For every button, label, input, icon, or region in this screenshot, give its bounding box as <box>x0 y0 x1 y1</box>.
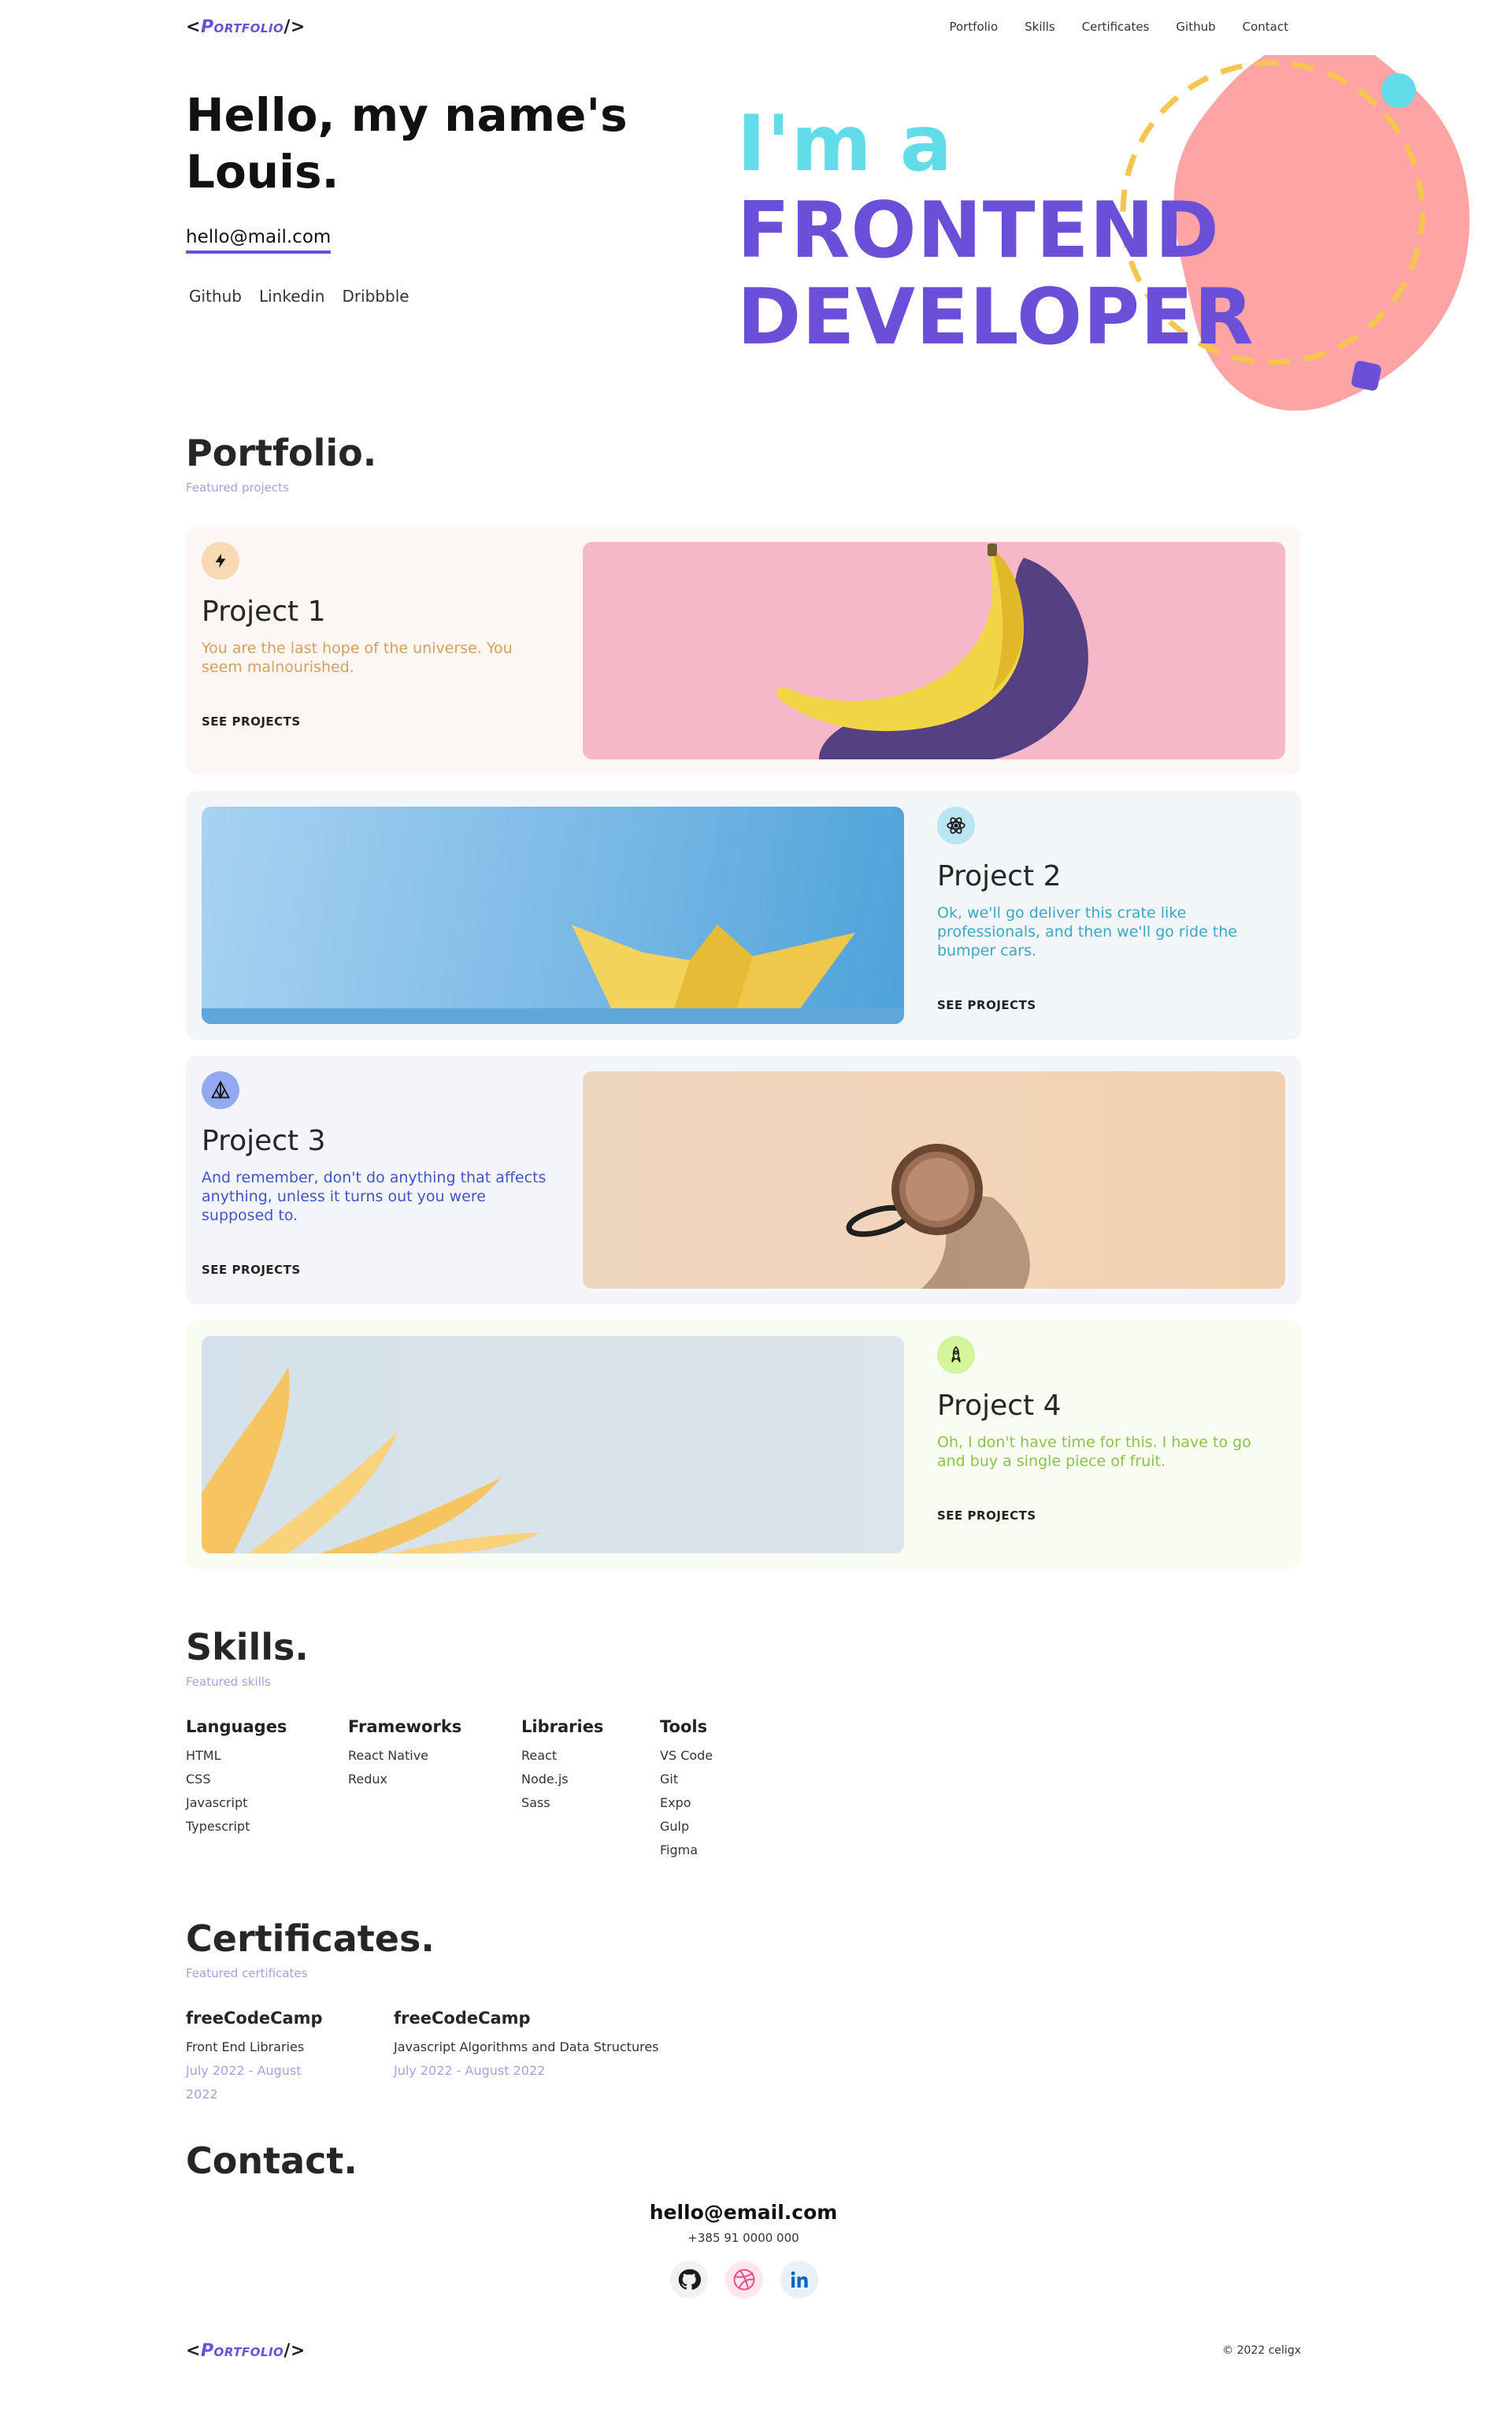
hero-greeting: Hello, my name's Louis. <box>186 88 628 199</box>
dribbble-icon[interactable] <box>725 2261 763 2299</box>
portfolio-title: Portfolio. <box>186 432 377 474</box>
skill-item: Sass <box>521 1795 550 1810</box>
certificate-dates: July 2022 - August 2022 <box>394 2063 546 2078</box>
skills-subtitle: Featured skills <box>186 1675 271 1689</box>
nav-certificates[interactable]: Certificates <box>1082 20 1150 34</box>
contact-phone: +385 91 0000 000 <box>687 2231 799 2245</box>
hero-line-1: I'm a <box>737 99 953 189</box>
nav-github[interactable]: Github <box>1176 20 1215 34</box>
logo-open: < <box>186 17 201 37</box>
certificate-item: freeCodeCamp Front End Libraries July 20… <box>186 2009 331 2106</box>
project-4-text: Project 4 Oh, I don't have time for this… <box>937 1336 1284 1523</box>
certificate-name: Javascript Algorithms and Data Structure… <box>394 2039 659 2054</box>
skills-grid: Languages HTML CSS Javascript Typescript… <box>186 1717 786 1862</box>
project-card-2: Project 2 Ok, we'll go deliver this crat… <box>186 791 1301 1040</box>
project-title: Project 4 <box>937 1390 1062 1422</box>
social-github-link[interactable]: Github <box>189 287 242 306</box>
project-1-text: Project 1 You are the last hope of the u… <box>202 542 548 729</box>
skill-item: Expo <box>660 1795 691 1810</box>
skill-item: Typescript <box>186 1819 250 1834</box>
social-linkedin-link[interactable]: Linkedin <box>259 287 324 306</box>
github-icon[interactable] <box>670 2261 708 2299</box>
project-3-image <box>583 1071 1285 1289</box>
certificates-subtitle: Featured certificates <box>186 1966 308 1980</box>
certificate-issuer: freeCodeCamp <box>186 2009 323 2028</box>
skill-item: Node.js <box>521 1772 569 1787</box>
hero-illustration: I'm a FRONTEND DEVELOPER <box>737 55 1469 417</box>
triangles-icon <box>202 1071 239 1109</box>
project-title: Project 3 <box>202 1125 326 1157</box>
linkedin-icon[interactable] <box>780 2261 818 2299</box>
hero-email-link[interactable]: hello@mail.com <box>186 227 332 254</box>
logo-word: Portfolio <box>200 17 284 37</box>
logo-close: /> <box>284 17 306 37</box>
skill-group-languages: Languages HTML CSS Javascript Typescript <box>186 1717 348 1862</box>
see-projects-button[interactable]: SEE PROJECTS <box>202 714 301 729</box>
certificate-issuer: freeCodeCamp <box>394 2009 531 2028</box>
skill-group-title: Tools <box>660 1717 708 1736</box>
contact-email-link[interactable]: hello@email.com <box>186 2201 1301 2224</box>
social-dribbble-link[interactable]: Dribbble <box>342 287 409 306</box>
see-projects-button[interactable]: SEE PROJECTS <box>937 998 1036 1012</box>
skill-item: Git <box>660 1772 679 1787</box>
skill-group-tools: Tools VS Code Git Expo Gulp Figma <box>660 1717 786 1862</box>
footer-logo[interactable]: <Portfolio/> <box>186 2341 306 2361</box>
project-description: And remember, don't do anything that aff… <box>202 1169 547 1224</box>
logo-close: /> <box>284 2341 306 2361</box>
hero-line-2: FRONTEND <box>737 186 1220 276</box>
rocket-icon <box>937 1336 975 1374</box>
skill-item: Figma <box>660 1842 699 1857</box>
nav-portfolio[interactable]: Portfolio <box>949 20 998 34</box>
project-description: Ok, we'll go deliver this crate like pro… <box>937 904 1237 959</box>
contact-title: Contact. <box>186 2139 358 2182</box>
skills-title: Skills. <box>186 1626 309 1668</box>
contact-social-icons <box>670 2261 818 2299</box>
skill-item: Gulp <box>660 1819 690 1834</box>
project-card-1: Project 1 You are the last hope of the u… <box>186 526 1301 775</box>
project-card-3: Project 3 And remember, don't do anythin… <box>186 1056 1301 1304</box>
project-2-text: Project 2 Ok, we'll go deliver this crat… <box>937 807 1284 1012</box>
logo-open: < <box>186 2341 201 2361</box>
logo[interactable]: <Portfolio/> <box>186 17 306 37</box>
skill-item: React Native <box>348 1748 429 1763</box>
project-title: Project 2 <box>937 860 1062 892</box>
certificates-title: Certificates. <box>186 1917 435 1960</box>
certificates-list: freeCodeCamp Front End Libraries July 20… <box>186 2009 659 2106</box>
project-3-text: Project 3 And remember, don't do anythin… <box>202 1071 548 1277</box>
top-nav: <Portfolio/> Portfolio Skills Certificat… <box>186 17 1301 41</box>
footer-copyright: © 2022 celigx <box>1222 2344 1301 2357</box>
nav-links: Portfolio Skills Certificates Github Con… <box>949 20 1288 34</box>
project-2-image <box>202 807 904 1024</box>
hero-socials: Github Linkedin Dribbble <box>189 287 410 306</box>
skill-group-frameworks: Frameworks React Native Redux <box>348 1717 521 1862</box>
project-title: Project 1 <box>202 596 326 628</box>
certificate-dates: July 2022 - August 2022 <box>186 2063 302 2102</box>
skill-group-title: Frameworks <box>348 1717 462 1736</box>
portfolio-subtitle: Featured projects <box>186 481 289 495</box>
nav-contact[interactable]: Contact <box>1243 20 1288 34</box>
project-description: You are the last hope of the universe. Y… <box>202 640 513 676</box>
certificate-item: freeCodeCamp Javascript Algorithms and D… <box>394 2009 659 2106</box>
skill-item: CSS <box>186 1772 211 1787</box>
skill-group-libraries: Libraries React Node.js Sass <box>521 1717 660 1862</box>
see-projects-button[interactable]: SEE PROJECTS <box>202 1263 301 1277</box>
nav-skills[interactable]: Skills <box>1025 20 1055 34</box>
skill-item: Javascript <box>186 1795 248 1810</box>
project-card-4: Project 4 Oh, I don't have time for this… <box>186 1320 1301 1569</box>
logo-word: Portfolio <box>200 2341 284 2361</box>
project-description: Oh, I don't have time for this. I have t… <box>937 1434 1251 1470</box>
skill-item: HTML <box>186 1748 221 1763</box>
project-1-image <box>583 542 1285 759</box>
skill-group-title: Libraries <box>521 1717 604 1736</box>
atom-icon <box>937 807 975 844</box>
bolt-icon <box>202 542 239 580</box>
skill-item: Redux <box>348 1772 388 1787</box>
certificate-name: Front End Libraries <box>186 2039 305 2054</box>
see-projects-button[interactable]: SEE PROJECTS <box>937 1508 1036 1523</box>
skill-group-title: Languages <box>186 1717 287 1736</box>
skill-item: VS Code <box>660 1748 713 1763</box>
project-4-image <box>202 1336 904 1553</box>
hero-line-3: DEVELOPER <box>737 273 1254 362</box>
skill-item: React <box>521 1748 558 1763</box>
